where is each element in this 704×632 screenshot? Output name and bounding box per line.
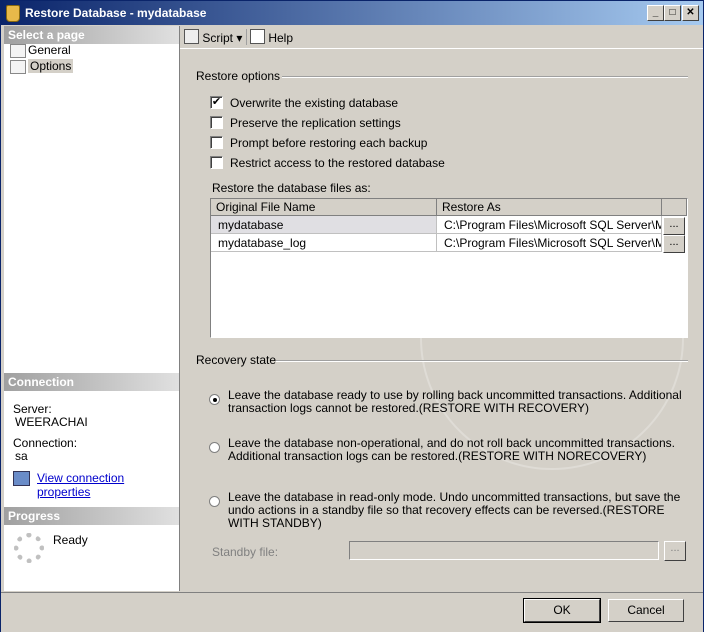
view-connection-properties-link[interactable]: View connection properties bbox=[37, 471, 179, 499]
minimize-button[interactable]: _ bbox=[647, 5, 664, 21]
standby-browse-button[interactable]: ... bbox=[664, 541, 686, 561]
main-pane: Script ▾ Help Restore options ✔ Overwrit… bbox=[180, 26, 703, 591]
help-label: Help bbox=[268, 31, 294, 45]
restore-files-label: Restore the database files as: bbox=[212, 181, 371, 195]
restore-files-table: Original File Name Restore As mydatabase… bbox=[210, 198, 688, 338]
browse-button[interactable]: ... bbox=[663, 217, 685, 235]
browse-button[interactable]: ... bbox=[663, 235, 685, 253]
recovery-option-radio[interactable] bbox=[209, 394, 220, 405]
ok-button[interactable]: OK bbox=[523, 598, 601, 623]
window-title: Restore Database - mydatabase bbox=[25, 6, 207, 20]
standby-file-label: Standby file: bbox=[212, 545, 279, 559]
help-button[interactable]: Help bbox=[250, 29, 293, 45]
maximize-button[interactable]: □ bbox=[664, 5, 681, 21]
close-button[interactable]: ✕ bbox=[682, 5, 699, 21]
recovery-option-label: Leave the database ready to use by rolli… bbox=[228, 388, 682, 415]
toolbar: Script ▾ Help bbox=[180, 26, 703, 49]
page-icon bbox=[10, 60, 26, 74]
script-button[interactable]: Script ▾ bbox=[184, 29, 242, 45]
connection-value: sa bbox=[15, 449, 28, 463]
progress-header: Progress bbox=[4, 507, 179, 525]
divider bbox=[282, 76, 688, 78]
server-value: WEERACHAI bbox=[15, 415, 88, 429]
restrict-access-checkbox[interactable] bbox=[210, 156, 223, 169]
page-icon bbox=[10, 44, 26, 58]
standby-option-radio[interactable] bbox=[209, 496, 220, 507]
database-icon bbox=[6, 5, 20, 22]
script-label: Script bbox=[202, 31, 234, 45]
server-label: Server: bbox=[13, 402, 52, 416]
table-cell-original[interactable]: mydatabase bbox=[211, 216, 437, 234]
norecovery-option-label: Leave the database non-operational, and … bbox=[228, 436, 675, 463]
table-cell-restore-as[interactable]: C:\Program Files\Microsoft SQL Server\M.… bbox=[437, 216, 662, 234]
script-icon bbox=[184, 29, 199, 44]
page-general-label: General bbox=[28, 43, 71, 57]
connection-label: Connection: bbox=[13, 436, 78, 450]
table-cell-restore-as[interactable]: C:\Program Files\Microsoft SQL Server\M.… bbox=[437, 234, 662, 252]
cancel-button[interactable]: Cancel bbox=[608, 599, 684, 622]
column-header-restore-as[interactable]: Restore As bbox=[437, 199, 662, 216]
left-pane: Select a page General Options Connection… bbox=[4, 26, 180, 591]
overwrite-label: Overwrite the existing database bbox=[230, 96, 399, 110]
progress-spinner-icon bbox=[14, 533, 44, 563]
standby-option-label: Leave the database in read-only mode. Un… bbox=[228, 490, 681, 530]
chevron-down-icon: ▾ bbox=[236, 31, 243, 45]
divider bbox=[276, 360, 688, 362]
preserve-replication-label: Preserve the replication settings bbox=[230, 116, 401, 130]
column-header-browse bbox=[662, 199, 687, 216]
connection-header: Connection bbox=[4, 373, 179, 391]
table-cell-original[interactable]: mydatabase_log bbox=[211, 234, 437, 252]
connection-properties-icon bbox=[13, 471, 30, 486]
preserve-replication-checkbox[interactable] bbox=[210, 116, 223, 129]
overwrite-checkbox[interactable]: ✔ bbox=[210, 96, 223, 109]
progress-status: Ready bbox=[53, 533, 88, 547]
toolbar-separator bbox=[246, 29, 247, 45]
restore-options-label: Restore options bbox=[196, 69, 281, 83]
page-options-label: Options bbox=[28, 59, 74, 73]
dialog-buttons-bar: OK Cancel bbox=[1, 592, 703, 632]
recovery-state-label: Recovery state bbox=[196, 353, 277, 367]
prompt-before-restore-checkbox[interactable] bbox=[210, 136, 223, 149]
title-bar: Restore Database - mydatabase _ □ ✕ bbox=[1, 1, 703, 25]
column-header-original[interactable]: Original File Name bbox=[211, 199, 437, 216]
help-icon bbox=[250, 29, 265, 44]
standby-file-input[interactable] bbox=[349, 541, 659, 560]
restore-database-window: Restore Database - mydatabase _ □ ✕ Sele… bbox=[0, 0, 704, 632]
page-options[interactable]: Options bbox=[10, 59, 74, 74]
prompt-before-restore-label: Prompt before restoring each backup bbox=[230, 136, 428, 150]
norecovery-option-radio[interactable] bbox=[209, 442, 220, 453]
restrict-access-label: Restrict access to the restored database bbox=[230, 156, 445, 170]
page-general[interactable]: General bbox=[10, 43, 71, 58]
select-page-header: Select a page bbox=[4, 26, 179, 44]
